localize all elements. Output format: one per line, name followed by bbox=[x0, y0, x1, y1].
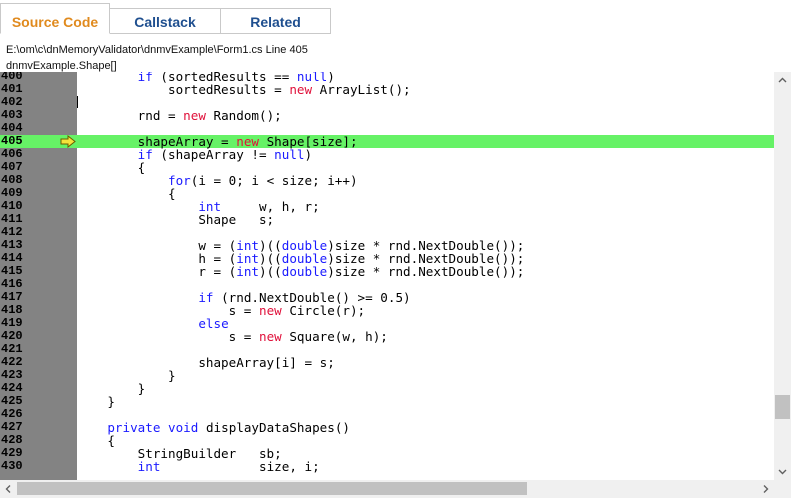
code-line: r = (int)((double)size * rnd.NextDouble(… bbox=[77, 264, 525, 279]
symbol-label: dnmvExample.Shape[] bbox=[6, 60, 117, 72]
chevron-left-icon[interactable] bbox=[0, 480, 17, 498]
chevron-right-icon[interactable] bbox=[757, 480, 774, 498]
code-line: private void displayDataShapes() bbox=[107, 420, 351, 435]
line-number: 430 bbox=[1, 459, 23, 473]
horizontal-scrollbar[interactable] bbox=[0, 480, 774, 498]
tab-related[interactable]: Related bbox=[220, 8, 331, 33]
code-line: Shape s; bbox=[77, 212, 275, 227]
vertical-scroll-thumb[interactable] bbox=[775, 395, 790, 419]
scrollbar-corner bbox=[774, 480, 791, 498]
chevron-down-icon[interactable] bbox=[774, 463, 791, 480]
text-caret bbox=[77, 96, 78, 108]
code-line: rnd = new Random(); bbox=[77, 108, 282, 123]
tab-bar: Source Code Callstack Related bbox=[0, 0, 791, 34]
execution-arrow-icon bbox=[60, 134, 77, 149]
tab-callstack[interactable]: Callstack bbox=[109, 8, 221, 33]
file-path-label: E:\om\c\dnMemoryValidator\dnmvExample\Fo… bbox=[6, 44, 308, 56]
code-line: sortedResults = new ArrayList(); bbox=[77, 82, 411, 97]
code-line: s = new Square(w, h); bbox=[77, 329, 388, 344]
vertical-scrollbar[interactable] bbox=[774, 72, 791, 480]
source-code-view[interactable]: 400 if (sortedResults == null) 401 sorted… bbox=[0, 72, 774, 480]
horizontal-scroll-thumb[interactable] bbox=[17, 482, 527, 495]
chevron-up-icon[interactable] bbox=[774, 72, 791, 89]
tab-source-code[interactable]: Source Code bbox=[0, 3, 110, 34]
code-line: } bbox=[77, 394, 115, 409]
code-line: int size, i; bbox=[137, 459, 320, 474]
